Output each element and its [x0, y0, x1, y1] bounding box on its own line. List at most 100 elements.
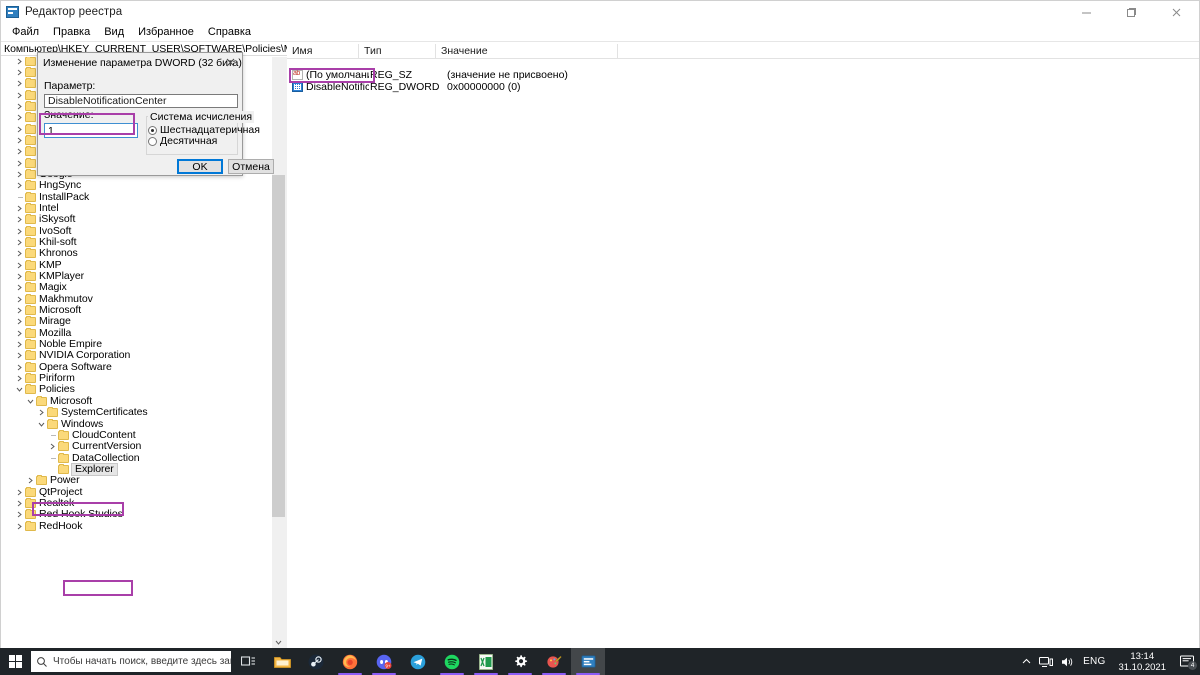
chevron-down-icon[interactable] [25, 396, 36, 407]
column-header-value[interactable]: Значение [436, 44, 618, 58]
taskbar-spotify[interactable] [435, 648, 469, 675]
radio-decimal[interactable]: Десятичная [148, 135, 217, 147]
chevron-right-icon[interactable] [14, 180, 25, 191]
taskbar-task-view[interactable] [231, 648, 265, 675]
chevron-right-icon[interactable] [14, 158, 25, 169]
taskbar-file-explorer[interactable] [265, 648, 299, 675]
chevron-right-icon[interactable] [14, 339, 25, 350]
dialog-titlebar[interactable]: Изменение параметра DWORD (32 бита) [38, 53, 242, 73]
tree-item-mirage[interactable]: Mirage [1, 316, 271, 327]
tree-item-iskysoft[interactable]: iSkysoft [1, 214, 271, 225]
chevron-right-icon[interactable] [14, 112, 25, 123]
taskbar-excel[interactable] [469, 648, 503, 675]
window-titlebar[interactable]: Редактор реестра [1, 1, 1199, 23]
chevron-right-icon[interactable] [14, 316, 25, 327]
chevron-right-icon[interactable] [14, 214, 25, 225]
chevron-right-icon[interactable] [14, 294, 25, 305]
menu-file[interactable]: Файл [5, 24, 46, 41]
chevron-right-icon[interactable] [14, 78, 25, 89]
chevron-right-icon[interactable] [14, 328, 25, 339]
tree-item-datacollection[interactable]: DataCollection [1, 452, 271, 463]
close-button[interactable] [1154, 1, 1199, 23]
registry-values-pane[interactable]: Имя Тип Значение (По умолчанию)REG_SZ (зн… [287, 44, 1199, 649]
chevron-right-icon[interactable] [14, 362, 25, 373]
tree-vertical-scrollbar[interactable] [271, 57, 285, 649]
tree-item-systemcertificates[interactable]: SystemCertificates [1, 407, 271, 418]
tray-network-icon[interactable] [1035, 648, 1057, 675]
chevron-right-icon[interactable] [14, 305, 25, 316]
chevron-down-icon[interactable] [36, 419, 47, 430]
chevron-right-icon[interactable] [14, 271, 25, 282]
tray-language-indicator[interactable]: ENG [1078, 656, 1110, 667]
menu-view[interactable]: Вид [97, 24, 131, 41]
tree-item-khronos[interactable]: Khronos [1, 248, 271, 259]
taskbar-settings[interactable] [503, 648, 537, 675]
tree-item-windows[interactable]: Windows [1, 418, 271, 429]
taskbar-discord[interactable]: 9+ [367, 648, 401, 675]
chevron-right-icon[interactable] [14, 226, 25, 237]
chevron-right-icon[interactable] [14, 350, 25, 361]
chevron-right-icon[interactable] [14, 135, 25, 146]
chevron-right-icon[interactable] [14, 248, 25, 259]
chevron-right-icon[interactable] [14, 169, 25, 180]
chevron-right-icon[interactable] [14, 498, 25, 509]
chevron-right-icon[interactable] [14, 237, 25, 248]
chevron-right-icon[interactable] [14, 260, 25, 271]
chevron-right-icon[interactable] [14, 90, 25, 101]
start-button[interactable] [0, 648, 30, 675]
tree-item-currentversion[interactable]: CurrentVersion [1, 441, 271, 452]
chevron-down-icon[interactable] [14, 384, 25, 395]
taskbar-search-box[interactable]: Чтобы начать поиск, введите здесь запрос [31, 651, 231, 672]
tray-volume-icon[interactable] [1057, 648, 1078, 675]
menu-edit[interactable]: Правка [46, 24, 97, 41]
chevron-right-icon[interactable] [14, 487, 25, 498]
value-row[interactable]: (По умолчанию)REG_SZ (значение не присвое… [287, 69, 1199, 81]
chevron-right-icon[interactable] [14, 57, 25, 67]
column-header-type[interactable]: Тип [359, 44, 436, 58]
chevron-right-icon[interactable] [25, 475, 36, 486]
search-placeholder-text: Чтобы начать поиск, введите здесь запрос [53, 656, 231, 667]
chevron-right-icon[interactable] [36, 407, 47, 418]
folder-icon [58, 429, 69, 440]
tree-item-redhook[interactable]: RedHook [1, 520, 271, 531]
value-row[interactable]: DisableNotificati...REG_DWORD 0x00000000 … [287, 81, 1199, 93]
parameter-name-input[interactable] [44, 94, 238, 108]
dialog-close-button[interactable] [218, 53, 242, 72]
chevron-right-icon[interactable] [47, 441, 58, 452]
taskbar-registry-editor[interactable] [571, 648, 605, 675]
chevron-right-icon[interactable] [14, 521, 25, 532]
cancel-button[interactable]: Отмена [228, 159, 274, 174]
menu-favorites[interactable]: Избранное [131, 24, 201, 41]
chevron-right-icon[interactable] [14, 373, 25, 384]
folder-icon [25, 78, 36, 89]
chevron-right-icon[interactable] [14, 146, 25, 157]
taskbar-paint[interactable] [537, 648, 571, 675]
taskbar-steam[interactable] [299, 648, 333, 675]
tree-item-magix[interactable]: Magix [1, 282, 271, 293]
scrollbar-thumb[interactable] [272, 175, 285, 517]
chevron-right-icon[interactable] [14, 282, 25, 293]
ok-button[interactable]: OK [177, 159, 223, 174]
minimize-button[interactable] [1064, 1, 1109, 23]
tree-item-explorer[interactable]: Explorer [1, 462, 271, 476]
menu-help[interactable]: Справка [201, 24, 258, 41]
value-data-input[interactable] [44, 123, 138, 138]
chevron-right-icon[interactable] [14, 203, 25, 214]
column-header-name[interactable]: Имя [287, 44, 359, 58]
notification-center-button[interactable]: 4 [1174, 648, 1200, 675]
chevron-right-icon[interactable] [14, 509, 25, 520]
tree-item-power[interactable]: Power [1, 475, 271, 486]
tree-item-label: Intel [39, 201, 59, 214]
tree-item-nvidia-corporation[interactable]: NVIDIA Corporation [1, 350, 271, 361]
tree-item-policies[interactable]: Policies [1, 384, 271, 395]
chevron-right-icon[interactable] [14, 101, 25, 112]
chevron-right-icon[interactable] [14, 124, 25, 135]
tray-chevron-up-icon[interactable] [1018, 648, 1035, 675]
tree-item-red-hook-studios[interactable]: Red Hook Studios [1, 509, 271, 520]
tray-clock[interactable]: 13:14 31.10.2021 [1110, 648, 1174, 675]
chevron-right-icon[interactable] [14, 67, 25, 78]
maximize-button[interactable] [1109, 1, 1154, 23]
taskbar-telegram[interactable] [401, 648, 435, 675]
taskbar-firefox[interactable] [333, 648, 367, 675]
tree-item-hngsync[interactable]: HngSync [1, 180, 271, 191]
